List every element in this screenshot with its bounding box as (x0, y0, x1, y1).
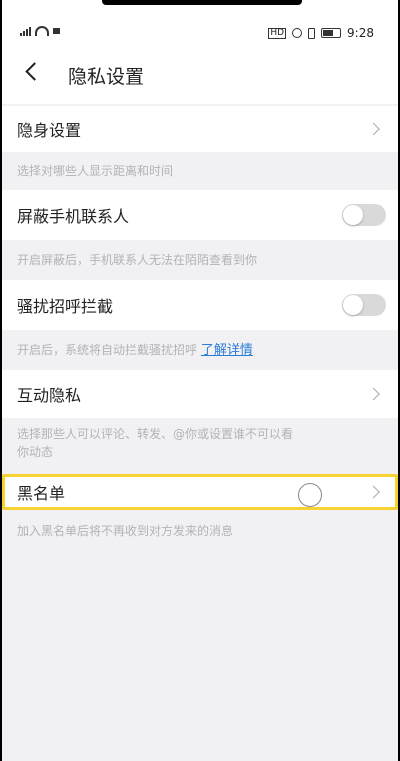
chevron-right-icon (367, 485, 380, 499)
block-contacts-desc: 开启屏蔽后，手机联系人无法在陌陌查看到你 (17, 253, 258, 267)
chevron-right-icon (367, 387, 380, 401)
blacklist-label: 黑名单 (17, 484, 66, 503)
block-contacts-row: 屏蔽手机联系人 (2, 190, 398, 240)
block-contacts-toggle[interactable] (342, 204, 386, 226)
message-icon (53, 28, 60, 34)
block-contacts-label: 屏蔽手机联系人 (17, 207, 130, 226)
invisible-settings-label: 隐身设置 (17, 121, 82, 140)
harass-block-desc: 开启后，系统将自动拦截骚扰招呼 了解详情 (17, 341, 253, 360)
blacklist-desc: 加入黑名单后将不再收到对方发来的消息 (17, 524, 234, 538)
signal-icon (20, 26, 31, 36)
toggle-knob (343, 205, 363, 225)
toggle-knob (343, 295, 363, 315)
interaction-privacy-desc-line2: 你动态 (17, 445, 54, 459)
status-bar: HD 9:28 (2, 0, 398, 42)
tap-indicator (298, 483, 322, 507)
page-title: 隐私设置 (68, 66, 145, 88)
invisible-settings-desc: 选择对哪些人显示距离和时间 (17, 164, 174, 178)
chevron-right-icon (367, 122, 380, 136)
battery-icon (321, 28, 342, 38)
interaction-privacy-desc-line1: 选择那些人可以评论、转发、@你或设置谁不可以看 (17, 427, 294, 441)
harass-block-toggle[interactable] (342, 294, 386, 316)
camera-notch (102, 0, 302, 5)
back-arrow-icon[interactable] (20, 60, 44, 84)
vibrate-icon (308, 27, 316, 39)
status-right: HD 9:28 (268, 26, 374, 40)
interaction-privacy-desc: 选择那些人可以评论、转发、@你或设置谁不可以看 你动态 (17, 425, 293, 461)
blacklist-row[interactable]: 黑名单 (2, 474, 398, 510)
phone-screen: HD 9:28 隐私设置 隐身设置 选择对哪些人显示距离和时间 屏蔽手机联系人 … (2, 0, 398, 761)
wifi-icon (35, 26, 49, 36)
harass-block-row: 骚扰招呼拦截 (2, 280, 398, 330)
interaction-privacy-label: 互动隐私 (17, 386, 82, 405)
learn-more-link[interactable]: 了解详情 (201, 343, 253, 358)
status-time: 9:28 (347, 26, 374, 40)
harass-block-label: 骚扰招呼拦截 (17, 297, 114, 316)
status-left (20, 26, 60, 36)
hd-icon: HD (268, 27, 287, 39)
harass-block-desc-text: 开启后，系统将自动拦截骚扰招呼 (17, 343, 198, 357)
invisible-settings-row[interactable]: 隐身设置 (2, 106, 398, 152)
nav-bar: 隐私设置 (2, 42, 398, 104)
interaction-privacy-row[interactable]: 互动隐私 (2, 370, 398, 418)
alarm-icon (292, 28, 303, 38)
